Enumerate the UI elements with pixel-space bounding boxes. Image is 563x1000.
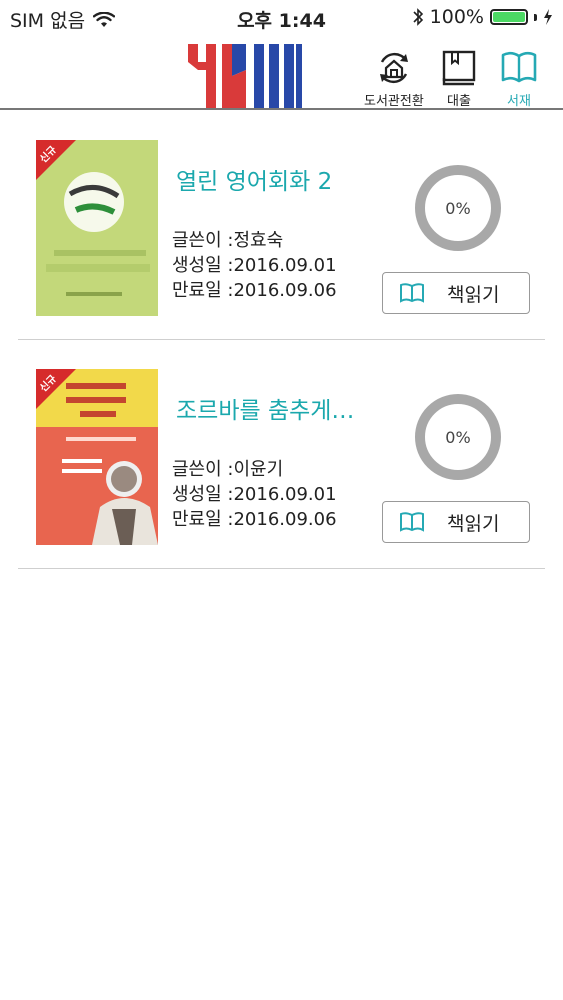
created-value: 2016.09.01 [233, 484, 337, 505]
created-label: 생성일 : [172, 484, 234, 505]
library-switch-label: 도서관전환 [364, 94, 424, 109]
book-list-item: 신규 열린 영어회화 2 글쓴이 : 정효숙 생성일 : 2016.09.01 … [18, 112, 545, 340]
book-title[interactable]: 열린 영어회화 2 [176, 162, 332, 196]
author-value: 이윤기 [233, 459, 284, 480]
bluetooth-icon [413, 8, 423, 26]
library-switch-icon [379, 52, 408, 84]
read-book-label: 책읽기 [447, 512, 500, 535]
book-icon [442, 50, 476, 86]
navigation-bar: 도서관전환 대출 서재 [0, 36, 563, 110]
read-book-button[interactable]: 책읽기 [382, 501, 530, 543]
book-title[interactable]: 조르바를 춤추게… [176, 391, 354, 425]
library-switch-button[interactable]: 도서관전환 [364, 48, 424, 109]
read-book-label: 책읽기 [447, 283, 500, 306]
book-cover[interactable]: 신규 [36, 369, 158, 545]
loan-label: 대출 [447, 94, 471, 109]
book-meta: 글쓴이 : 이윤기 생성일 : 2016.09.01 만료일 : 2016.09… [172, 457, 337, 532]
bookshelf-label: 서재 [507, 94, 531, 109]
author-value: 정효숙 [233, 230, 284, 251]
author-label: 글쓴이 : [172, 459, 234, 480]
charging-icon [544, 9, 552, 25]
progress-percent: 0% [445, 428, 471, 447]
expires-label: 만료일 : [172, 509, 234, 530]
battery-icon [490, 9, 528, 25]
bookshelf-button[interactable]: 서재 [499, 48, 539, 109]
status-bar: SIM 없음 오후 1:44 100% [0, 0, 563, 36]
created-value: 2016.09.01 [233, 255, 337, 276]
book-cover[interactable]: 신규 [36, 140, 158, 316]
expires-value: 2016.09.06 [233, 280, 337, 301]
open-book-icon [501, 51, 537, 83]
open-book-icon [400, 512, 424, 532]
expires-value: 2016.09.06 [233, 509, 337, 530]
author-label: 글쓴이 : [172, 230, 234, 251]
status-right: 100% [412, 6, 553, 28]
loan-button[interactable]: 대출 [441, 48, 477, 109]
expires-label: 만료일 : [172, 280, 234, 301]
battery-nub [534, 13, 537, 21]
ybm-logo [188, 44, 302, 108]
progress-percent: 0% [445, 199, 471, 218]
open-book-icon [400, 283, 424, 303]
book-meta: 글쓴이 : 정효숙 생성일 : 2016.09.01 만료일 : 2016.09… [172, 228, 337, 303]
read-book-button[interactable]: 책읽기 [382, 272, 530, 314]
book-list-item: 신규 조르바를 춤추게… 글쓴이 : 이윤기 생성일 : 2016.09.01 … [18, 341, 545, 569]
battery-percent: 100% [429, 6, 484, 28]
created-label: 생성일 : [172, 255, 234, 276]
